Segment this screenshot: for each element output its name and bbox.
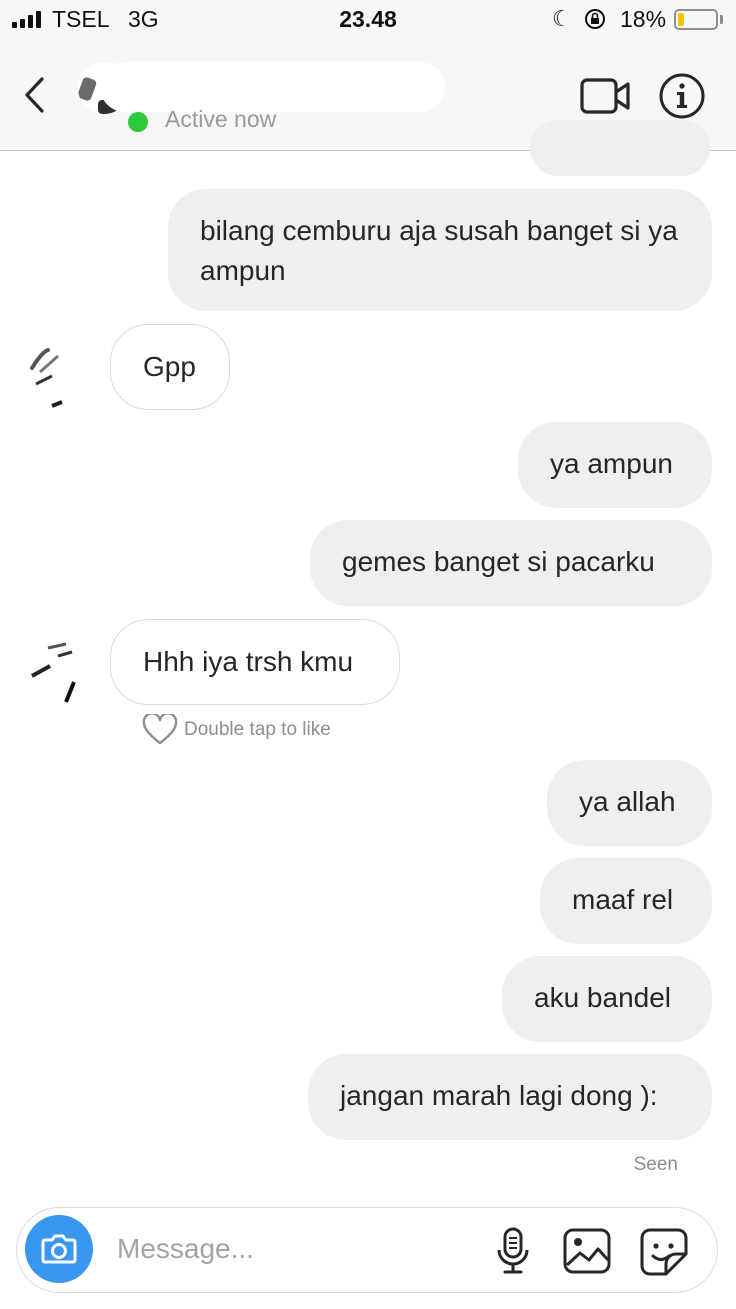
outgoing-message[interactable]: bilang cemburu aja susah banget si ya am… — [168, 189, 712, 311]
active-status: Active now — [165, 106, 277, 132]
heart-icon[interactable] — [142, 714, 178, 746]
incoming-message[interactable]: Hhh iya trsh kmu — [110, 619, 400, 705]
battery-tip — [720, 15, 723, 24]
outgoing-message[interactable]: gemes banget si pacarku — [310, 520, 712, 606]
back-chevron-icon[interactable] — [18, 73, 52, 117]
status-bar: TSEL 3G 23.48 ☾ 18% — [0, 0, 736, 40]
camera-button[interactable] — [25, 1215, 93, 1283]
sticker-icon[interactable] — [639, 1227, 689, 1277]
outgoing-message[interactable]: ya ampun — [518, 422, 712, 508]
message-composer — [16, 1207, 718, 1293]
outgoing-message[interactable]: aku bandel — [502, 956, 712, 1042]
seen-indicator: Seen — [633, 1154, 678, 1175]
camera-icon[interactable] — [25, 1215, 93, 1283]
redacted-contact-name — [100, 62, 445, 112]
outgoing-message[interactable]: maaf rel — [540, 858, 712, 944]
online-status-dot — [126, 110, 150, 134]
like-hint-text: Double tap to like — [184, 719, 331, 740]
message-bubble-cropped — [530, 120, 710, 176]
gallery-icon[interactable] — [562, 1227, 612, 1275]
battery-level — [678, 13, 684, 26]
double-tap-like-hint[interactable]: Double tap to like — [142, 713, 331, 747]
info-icon[interactable] — [658, 72, 706, 120]
sender-avatar — [31, 642, 76, 703]
video-call-icon[interactable] — [580, 76, 632, 116]
battery-icon — [674, 9, 718, 30]
incoming-message[interactable]: Gpp — [110, 324, 230, 410]
rotation-lock-icon — [585, 9, 605, 29]
outgoing-message[interactable]: ya allah — [547, 760, 712, 846]
message-input[interactable] — [117, 1226, 477, 1272]
battery-percent: 18% — [620, 6, 667, 32]
moon-icon: ☾ — [552, 6, 572, 31]
microphone-icon[interactable] — [493, 1226, 533, 1276]
sender-avatar — [30, 348, 63, 408]
outgoing-message[interactable]: jangan marah lagi dong ): — [308, 1054, 712, 1140]
